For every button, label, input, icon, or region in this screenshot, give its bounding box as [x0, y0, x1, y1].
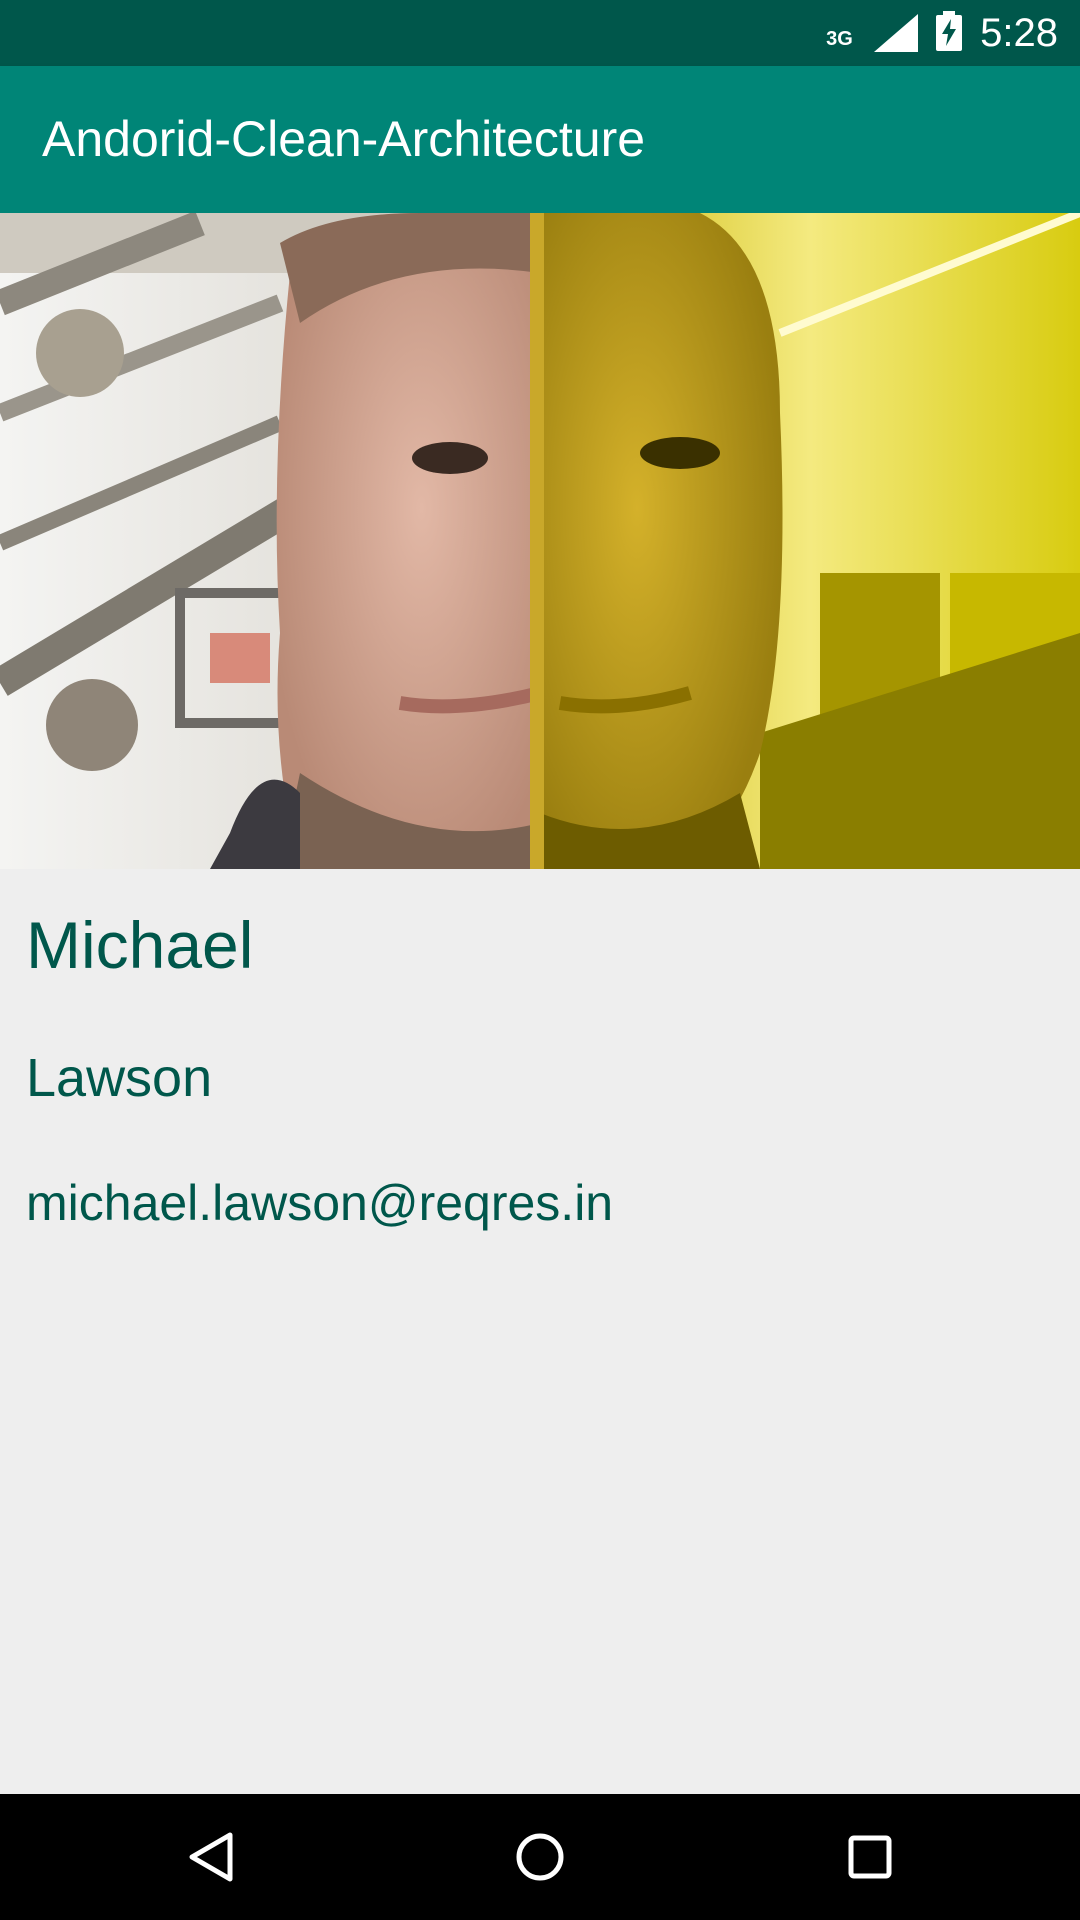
user-photo: [0, 213, 1080, 869]
back-icon[interactable]: [182, 1827, 242, 1887]
home-icon[interactable]: [510, 1827, 570, 1887]
status-time: 5:28: [980, 10, 1058, 55]
status-icons: 3G 5:28: [826, 0, 1058, 66]
recents-icon[interactable]: [840, 1827, 900, 1887]
status-bar: 3G 5:28: [0, 0, 1080, 66]
signal-icon: 3G: [826, 14, 919, 52]
email-text: michael.lawson@reqres.in: [26, 1175, 614, 1231]
app-bar: Andorid-Clean-Architecture: [0, 66, 1080, 213]
app-title: Andorid-Clean-Architecture: [42, 111, 646, 167]
first-name-text: Michael: [26, 908, 254, 982]
battery-charging-icon: [936, 10, 963, 56]
last-name-text: Lawson: [26, 1048, 213, 1108]
navigation-bar: [0, 1794, 1080, 1920]
network-type-label: 3G: [826, 28, 853, 50]
